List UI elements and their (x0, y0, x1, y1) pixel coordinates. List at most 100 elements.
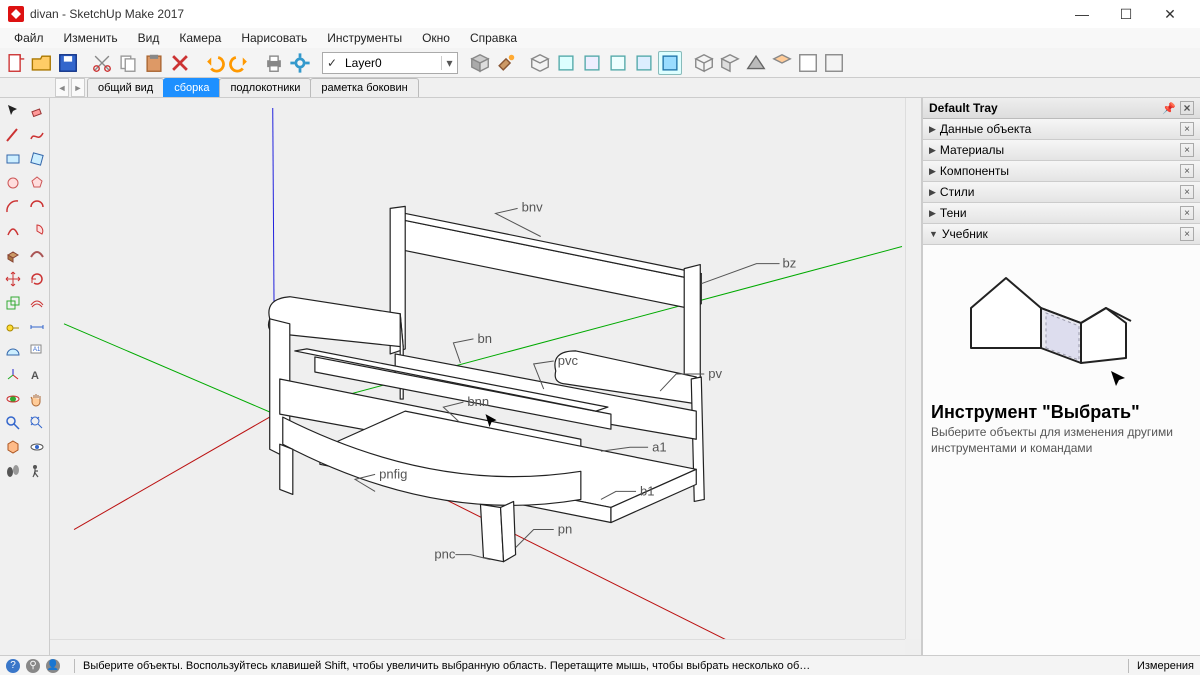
text-tool-icon[interactable]: A1 (26, 340, 48, 362)
style-shaded-icon[interactable] (744, 51, 768, 75)
panel-materials[interactable]: ▶Материалы× (923, 140, 1200, 161)
panel-styles[interactable]: ▶Стили× (923, 182, 1200, 203)
arc3-tool-icon[interactable] (2, 220, 24, 242)
panel-close-icon[interactable]: × (1180, 227, 1194, 241)
scale-tool-icon[interactable] (2, 292, 24, 314)
panel-close-icon[interactable]: × (1180, 206, 1194, 220)
panel-shadows[interactable]: ▶Тени× (923, 203, 1200, 224)
tray-titlebar[interactable]: Default Tray 📌 × (923, 98, 1200, 119)
lookaround-tool-icon[interactable] (26, 436, 48, 458)
view-left-icon[interactable] (658, 51, 682, 75)
view-front-icon[interactable] (580, 51, 604, 75)
chevron-down-icon[interactable]: ▾ (441, 56, 457, 70)
new-icon[interactable] (4, 51, 28, 75)
settings-icon[interactable] (288, 51, 312, 75)
menu-edit[interactable]: Изменить (54, 29, 128, 47)
menu-view[interactable]: Вид (128, 29, 170, 47)
view-right-icon[interactable] (606, 51, 630, 75)
layer-dropdown[interactable]: ✓ ▾ (322, 52, 458, 74)
undo-icon[interactable] (202, 51, 226, 75)
eraser-tool-icon[interactable] (26, 100, 48, 122)
rotrect-tool-icon[interactable] (26, 148, 48, 170)
panel-close-icon[interactable]: × (1180, 122, 1194, 136)
minimize-button[interactable]: — (1060, 0, 1104, 28)
open-icon[interactable] (30, 51, 54, 75)
arc-tool-icon[interactable] (2, 196, 24, 218)
menu-tools[interactable]: Инструменты (317, 29, 412, 47)
style-hidden-icon[interactable] (718, 51, 742, 75)
paint-icon[interactable] (494, 51, 518, 75)
menu-draw[interactable]: Нарисовать (231, 29, 317, 47)
style-xray-icon[interactable] (822, 51, 846, 75)
view-iso-icon[interactable] (528, 51, 552, 75)
close-button[interactable]: ✕ (1148, 0, 1192, 28)
tape-tool-icon[interactable] (2, 316, 24, 338)
paste-icon[interactable] (142, 51, 166, 75)
pie-tool-icon[interactable] (26, 220, 48, 242)
rect-tool-icon[interactable] (2, 148, 24, 170)
polygon-tool-icon[interactable] (26, 172, 48, 194)
geo-badge-icon[interactable]: ⚲ (26, 659, 40, 673)
orbit-tool-icon[interactable] (2, 388, 24, 410)
select-tool-icon[interactable] (2, 100, 24, 122)
move-tool-icon[interactable] (2, 268, 24, 290)
view-top-icon[interactable] (554, 51, 578, 75)
help-badge-icon[interactable]: ? (6, 659, 20, 673)
redo-icon[interactable] (228, 51, 252, 75)
cut-icon[interactable] (90, 51, 114, 75)
axes-tool-icon[interactable] (2, 364, 24, 386)
scene-tab[interactable]: общий вид (87, 78, 164, 97)
menu-file[interactable]: Файл (4, 29, 54, 47)
panel-close-icon[interactable]: × (1180, 164, 1194, 178)
protractor-tool-icon[interactable] (2, 340, 24, 362)
pushpull-tool-icon[interactable] (2, 244, 24, 266)
pan-tool-icon[interactable] (26, 388, 48, 410)
section-tool-icon[interactable] (2, 436, 24, 458)
print-icon[interactable] (262, 51, 286, 75)
followme-tool-icon[interactable] (26, 244, 48, 266)
pin-icon[interactable]: 📌 (1162, 102, 1176, 115)
3dtext-tool-icon[interactable]: A (26, 364, 48, 386)
scene-tab[interactable]: сборка (163, 78, 220, 97)
viewport-3d[interactable]: bnv bz bn pvc pv bnn a1 b1 pn pnc pnfig (50, 98, 922, 655)
rotate-tool-icon[interactable] (26, 268, 48, 290)
freehand-tool-icon[interactable] (26, 124, 48, 146)
style-wire-icon[interactable] (692, 51, 716, 75)
viewport-scrollbar-vertical[interactable] (905, 98, 921, 639)
delete-icon[interactable] (168, 51, 192, 75)
user-badge-icon[interactable]: 👤 (46, 659, 60, 673)
walk-tool-icon[interactable] (2, 460, 24, 482)
line-tool-icon[interactable] (2, 124, 24, 146)
zoom-tool-icon[interactable] (2, 412, 24, 434)
zoomext-tool-icon[interactable] (26, 412, 48, 434)
copy-icon[interactable] (116, 51, 140, 75)
style-mono-icon[interactable] (796, 51, 820, 75)
instructor-description: Выберите объекты для изменения другими и… (931, 425, 1192, 456)
panel-components[interactable]: ▶Компоненты× (923, 161, 1200, 182)
style-tex-icon[interactable] (770, 51, 794, 75)
view-back-icon[interactable] (632, 51, 656, 75)
component-icon[interactable] (468, 51, 492, 75)
scene-next-button[interactable]: ► (71, 78, 85, 97)
position-camera-icon[interactable] (26, 460, 48, 482)
circle-tool-icon[interactable] (2, 172, 24, 194)
offset-tool-icon[interactable] (26, 292, 48, 314)
panel-close-icon[interactable]: × (1180, 143, 1194, 157)
panel-entity-info[interactable]: ▶Данные объекта× (923, 119, 1200, 140)
panel-close-icon[interactable]: × (1180, 185, 1194, 199)
layer-input[interactable] (341, 56, 441, 70)
tray-close-icon[interactable]: × (1180, 101, 1194, 115)
menu-help[interactable]: Справка (460, 29, 527, 47)
dimension-tool-icon[interactable] (26, 316, 48, 338)
maximize-button[interactable]: ☐ (1104, 0, 1148, 28)
panel-instructor[interactable]: ▼Учебник× (923, 224, 1200, 245)
menu-camera[interactable]: Камера (169, 29, 231, 47)
default-tray: Default Tray 📌 × ▶Данные объекта× ▶Матер… (922, 98, 1200, 655)
scene-prev-button[interactable]: ◄ (55, 78, 69, 97)
menu-window[interactable]: Окно (412, 29, 460, 47)
scene-tab[interactable]: раметка боковин (310, 78, 418, 97)
save-icon[interactable] (56, 51, 80, 75)
scene-tab[interactable]: подлокотники (219, 78, 311, 97)
viewport-scrollbar-horizontal[interactable] (50, 639, 905, 655)
arc2-tool-icon[interactable] (26, 196, 48, 218)
